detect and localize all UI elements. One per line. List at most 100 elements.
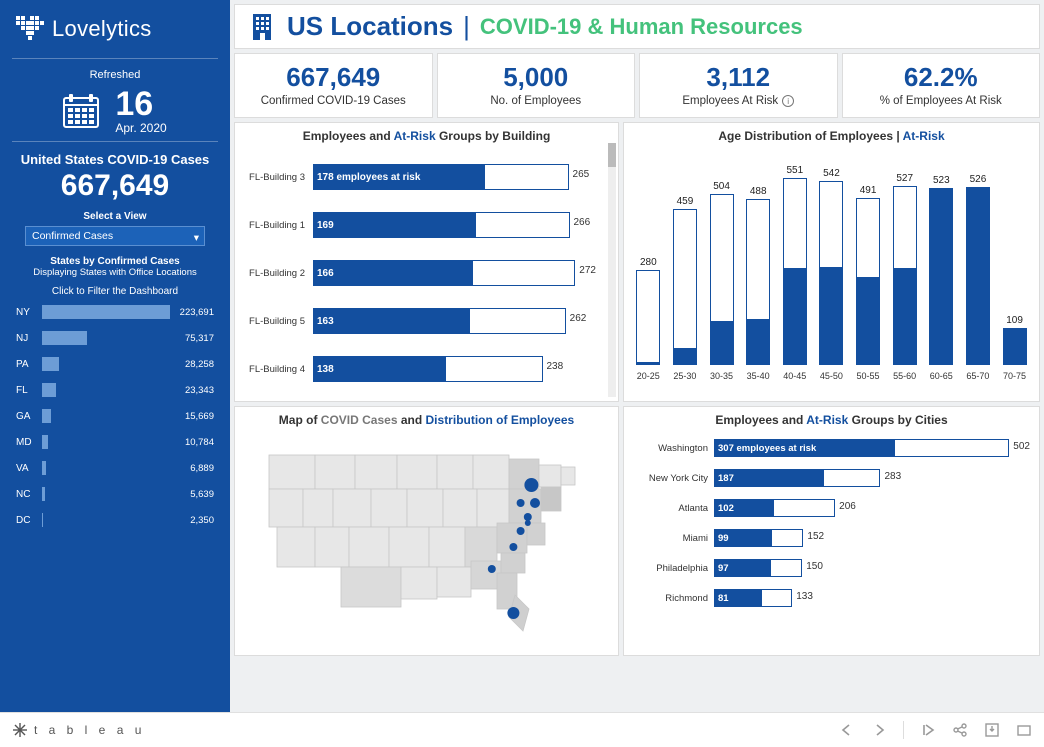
age-total: 551: [786, 165, 803, 176]
building-total: 265: [573, 169, 590, 180]
age-total: 527: [896, 173, 913, 184]
age-column[interactable]: 523: [925, 175, 957, 365]
state-code: GA: [16, 411, 36, 422]
state-row[interactable]: NJ 75,317: [16, 331, 214, 345]
at-risk-segment: [746, 319, 770, 365]
age-column[interactable]: 491: [852, 185, 884, 365]
share-icon[interactable]: [952, 722, 968, 738]
refresh-date: 16 Apr. 2020: [12, 87, 218, 135]
city-total: 133: [796, 591, 813, 602]
calendar-icon: [63, 94, 99, 128]
fullscreen-icon[interactable]: [1016, 722, 1032, 738]
state-value: 6,889: [190, 463, 214, 474]
title-separator: |: [463, 11, 470, 42]
state-row[interactable]: NC5,639: [16, 487, 214, 501]
states-chart-title: States by Confirmed Cases: [12, 256, 218, 267]
age-column[interactable]: 504: [706, 181, 738, 365]
age-column[interactable]: 488: [742, 186, 774, 365]
city-row[interactable]: Miami99152: [630, 529, 1031, 547]
map-marker[interactable]: [516, 527, 524, 535]
state-row[interactable]: MD10,784: [16, 435, 214, 449]
select-view-label: Select a View: [12, 211, 218, 222]
state-row[interactable]: DC 2,350: [16, 513, 214, 527]
state-value: 28,258: [185, 359, 214, 370]
state-row[interactable]: GA 15,669: [16, 409, 214, 423]
age-label: 65-70: [962, 371, 994, 381]
states-bar-chart: NY223,691 NJ 75,317 PA28,258 FL23,343 GA 15,66…: [12, 305, 218, 527]
city-row[interactable]: Washington307 employees at risk502: [630, 439, 1031, 457]
map-marker[interactable]: [516, 499, 524, 507]
tableau-icon: [12, 722, 28, 738]
scrollbar-thumb[interactable]: [608, 143, 616, 167]
city-total: 152: [807, 531, 824, 542]
city-row[interactable]: New York City187283: [630, 469, 1031, 487]
buildings-chart: Employees and At-Risk Groups by Building…: [234, 122, 619, 402]
age-total: 488: [750, 186, 767, 197]
state-code: NJ: [16, 333, 36, 344]
map-marker[interactable]: [487, 565, 495, 573]
state-row[interactable]: VA 6,889: [16, 461, 214, 475]
age-column[interactable]: 551: [779, 165, 811, 365]
age-total: 526: [970, 174, 987, 185]
tableau-logo[interactable]: t a b l e a u: [12, 722, 145, 738]
building-row[interactable]: FL-Building 2166272: [241, 249, 604, 297]
age-label: 70-75: [999, 371, 1031, 381]
map-marker[interactable]: [524, 520, 530, 526]
state-code: DC: [16, 515, 36, 526]
state-row[interactable]: PA28,258: [16, 357, 214, 371]
undo-icon[interactable]: [839, 722, 855, 738]
state-value: 75,317: [185, 333, 214, 344]
us-map[interactable]: [247, 437, 607, 637]
building-row[interactable]: FL-Building 3178 employees at risk265: [241, 153, 604, 201]
state-value: 2,350: [190, 515, 214, 526]
view-select[interactable]: Confirmed Cases ▾: [25, 226, 205, 246]
at-risk-segment: [966, 188, 990, 365]
state-row[interactable]: NY223,691: [16, 305, 214, 319]
city-row[interactable]: Atlanta102206: [630, 499, 1031, 517]
map-marker[interactable]: [530, 498, 540, 508]
map-marker[interactable]: [524, 478, 538, 492]
age-total: 523: [933, 175, 950, 186]
kpi-label: Employees At Risk i: [644, 95, 833, 107]
map-marker[interactable]: [507, 607, 519, 619]
age-column[interactable]: 526: [962, 174, 994, 365]
age-column[interactable]: 109: [999, 315, 1031, 365]
scrollbar[interactable]: [608, 143, 616, 397]
building-total: 238: [547, 361, 564, 372]
age-column[interactable]: 527: [889, 173, 921, 365]
city-row[interactable]: Richmond81133: [630, 589, 1031, 607]
kpi-label: Confirmed COVID-19 Cases: [239, 95, 428, 107]
age-label: 45-50: [815, 371, 847, 381]
state-value: 15,669: [185, 411, 214, 422]
city-row[interactable]: Philadelphia97150: [630, 559, 1031, 577]
state-row[interactable]: FL23,343: [16, 383, 214, 397]
building-row[interactable]: FL-Building 5163262: [241, 297, 604, 345]
info-icon[interactable]: i: [782, 95, 794, 107]
at-risk-bar: 169: [313, 212, 476, 238]
reset-icon[interactable]: [920, 722, 936, 738]
age-chart: Age Distribution of Employees | At-Risk …: [623, 122, 1040, 402]
building-row[interactable]: FL-Building 4138238: [241, 345, 604, 393]
map-marker[interactable]: [523, 513, 531, 521]
brand-name: Lovelytics: [52, 16, 152, 42]
age-column[interactable]: 459: [669, 196, 701, 365]
building-total: 266: [574, 217, 591, 228]
kpi-label: No. of Employees: [442, 95, 631, 107]
age-label: 35-40: [742, 371, 774, 381]
state-code: VA: [16, 463, 36, 474]
states-chart-subtitle: Displaying States with Office Locations: [12, 267, 218, 278]
at-risk-segment: [1003, 329, 1027, 365]
kpi-value: 667,649: [239, 62, 428, 93]
age-column[interactable]: 542: [815, 168, 847, 365]
map-marker[interactable]: [509, 543, 517, 551]
view-select-value: Confirmed Cases: [32, 230, 113, 242]
city-total: 206: [839, 501, 856, 512]
redo-icon[interactable]: [871, 722, 887, 738]
age-total: 109: [1006, 315, 1023, 326]
at-risk-bar: 163: [313, 308, 470, 334]
download-icon[interactable]: [984, 722, 1000, 738]
building-row[interactable]: FL-Building 1169266: [241, 201, 604, 249]
age-column[interactable]: 280: [632, 257, 664, 365]
not-at-risk-segment: [673, 209, 697, 348]
not-at-risk-segment: [636, 270, 660, 362]
